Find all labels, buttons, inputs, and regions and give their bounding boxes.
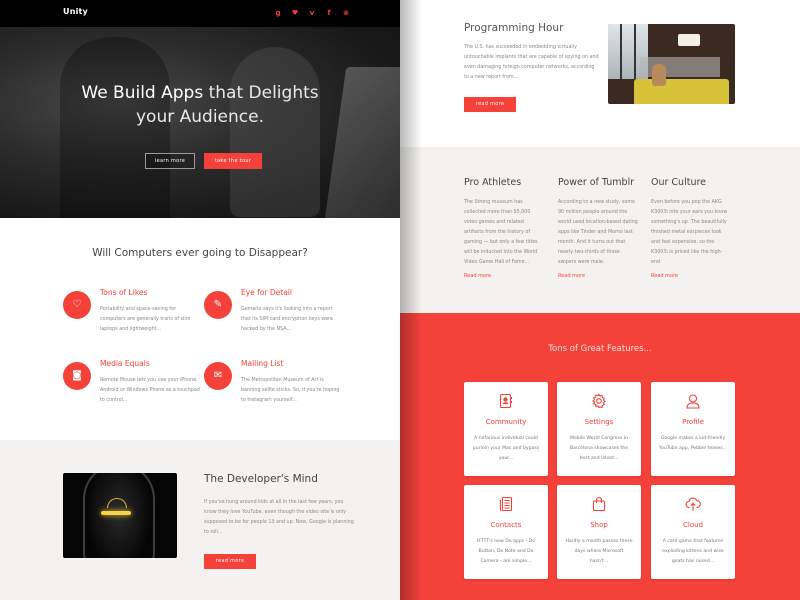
cloud-upload-icon xyxy=(651,496,735,517)
article-column: Power of Tumblr According to a new study… xyxy=(558,177,638,279)
feature-card-shop[interactable]: Shop Hardly a month passes these days wh… xyxy=(557,485,641,579)
article-text: Even before you pop the AKG K3003i into … xyxy=(651,200,728,265)
article-column: Pro Athletes The Strong museum has colle… xyxy=(464,177,544,279)
hero-title-rest: that Delights xyxy=(203,83,319,103)
features-heading: Will Computers ever going to Disappear? xyxy=(92,247,308,259)
hero-title: We Build Apps that Delights your Audienc… xyxy=(0,81,400,129)
feature-text: The Metropolitan Museum of Art is bannin… xyxy=(241,378,340,403)
great-features-section: Tons of Great Features... Community A ne… xyxy=(400,313,800,600)
envelope-icon: ✉ xyxy=(204,362,232,390)
social-links: g ♥ v f ⊗ xyxy=(274,8,350,18)
feature-text: Remote Mouse lets you use your iPhone, A… xyxy=(100,378,200,403)
article-text: According to a new study, some 90 millio… xyxy=(558,200,638,265)
card-title: Community xyxy=(485,418,527,426)
developer-read-more-button[interactable]: read more xyxy=(204,554,256,569)
card-text: Google makes a kid-friendly YouTube app,… xyxy=(659,436,727,451)
facebook-icon[interactable]: f xyxy=(325,8,333,18)
card-text: IFTTT's new Do apps - Do Button, Do Note… xyxy=(476,539,536,564)
developer-title: The Developer's Mind xyxy=(204,473,318,485)
article-column: Our Culture Even before you pop the AKG … xyxy=(651,177,731,279)
article-title: Our Culture xyxy=(651,177,707,188)
shopping-bag-icon xyxy=(557,496,641,517)
gear-icon xyxy=(557,393,641,414)
feature-card-settings[interactable]: Settings Mobile World Congress in Barcel… xyxy=(557,382,641,476)
vimeo-icon[interactable]: v xyxy=(308,8,316,18)
card-title: Shop xyxy=(590,521,608,529)
developer-mind-section: The Developer's Mind If you've hung arou… xyxy=(0,440,400,600)
camera-icon: ◙ xyxy=(63,362,91,390)
left-page-panel: Unity g ♥ v f ⊗ We Build Apps that Delig… xyxy=(0,0,400,600)
feature-text: Portability and space-saving for compute… xyxy=(100,307,191,332)
card-text: Mobile World Congress in Barcelona showc… xyxy=(569,436,629,461)
feature-card-community[interactable]: Community A nefarious individual could p… xyxy=(464,382,548,476)
developer-text: If you've hung around kids at all in the… xyxy=(204,500,354,535)
programming-read-more-button[interactable]: read more xyxy=(464,97,516,112)
card-title: Cloud xyxy=(683,521,703,529)
document-list-icon xyxy=(464,496,548,517)
great-features-heading: Tons of Great Features... xyxy=(548,344,652,354)
card-text: A nefarious individual could purloin you… xyxy=(472,436,540,461)
lightbulb-image xyxy=(63,473,177,558)
article-read-more-link[interactable]: Read more xyxy=(558,273,638,279)
feature-text: Gemalto says it's looking into a report … xyxy=(241,307,333,332)
card-title: Profile xyxy=(682,418,704,426)
card-title: Settings xyxy=(584,418,614,426)
article-text: The Strong museum has collected more tha… xyxy=(464,200,538,265)
twitter-icon[interactable]: ♥ xyxy=(291,8,299,18)
article-title: Power of Tumblr xyxy=(558,177,635,188)
google-plus-icon[interactable]: g xyxy=(274,8,282,18)
pinterest-icon[interactable]: ⊗ xyxy=(342,8,350,18)
take-tour-button[interactable]: take the tour xyxy=(204,153,262,169)
user-icon xyxy=(651,393,735,414)
card-text: A card game that features exploding kitt… xyxy=(662,539,724,564)
feature-title[interactable]: Tons of Likes xyxy=(100,288,147,297)
article-read-more-link[interactable]: Read more xyxy=(651,273,731,279)
feature-title[interactable]: Media Equals xyxy=(100,359,150,368)
card-text: Hardly a month passes these days where M… xyxy=(565,539,633,564)
article-title: Pro Athletes xyxy=(464,177,522,188)
feature-title[interactable]: Mailing List xyxy=(241,359,283,368)
programming-text: The U.S. has succeeded in embedding virt… xyxy=(464,45,599,80)
programming-hour-section: Programming Hour The U.S. has succeeded … xyxy=(400,0,800,147)
feature-card-cloud[interactable]: Cloud A card game that features explodin… xyxy=(651,485,735,579)
hero-section: We Build Apps that Delights your Audienc… xyxy=(0,27,400,218)
hero-title-line2: your Audience. xyxy=(136,107,264,127)
right-page-panel: Programming Hour The U.S. has succeeded … xyxy=(400,0,800,600)
pencil-icon: ✎ xyxy=(204,291,232,319)
features-section: Will Computers ever going to Disappear? … xyxy=(0,218,400,440)
article-read-more-link[interactable]: Read more xyxy=(464,273,544,279)
heart-icon: ♡ xyxy=(63,291,91,319)
hero-photo-girl xyxy=(230,47,320,217)
brand-logo[interactable]: Unity xyxy=(63,7,88,16)
hero-title-bold: We Build Apps xyxy=(81,83,204,103)
card-title: Contacts xyxy=(490,521,522,529)
top-navbar: Unity g ♥ v f ⊗ xyxy=(0,0,400,27)
programming-title: Programming Hour xyxy=(464,22,564,34)
articles-section: Pro Athletes The Strong museum has colle… xyxy=(400,147,800,313)
office-photo xyxy=(608,24,735,104)
contact-book-icon xyxy=(464,393,548,414)
learn-more-button[interactable]: learn more xyxy=(145,153,195,169)
feature-card-profile[interactable]: Profile Google makes a kid-friendly YouT… xyxy=(651,382,735,476)
feature-title[interactable]: Eye for Detail xyxy=(241,288,292,297)
feature-card-contacts[interactable]: Contacts IFTTT's new Do apps - Do Button… xyxy=(464,485,548,579)
